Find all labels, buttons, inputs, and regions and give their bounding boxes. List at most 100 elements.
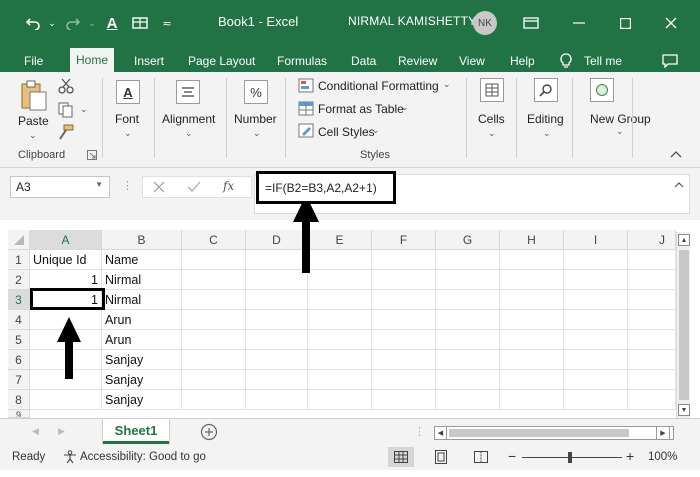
normal-view-icon[interactable] xyxy=(388,447,414,467)
cell-b5[interactable]: Arun xyxy=(102,330,182,350)
zoom-out-icon[interactable]: − xyxy=(508,448,516,464)
search-icon[interactable] xyxy=(534,78,558,102)
row-header-5[interactable]: 5 xyxy=(8,330,30,350)
row-header-3[interactable]: 3 xyxy=(8,290,30,310)
cell-f7[interactable] xyxy=(372,370,436,390)
column-header-c[interactable]: C xyxy=(182,230,246,250)
cell-c1[interactable] xyxy=(182,250,246,270)
percent-icon[interactable]: % xyxy=(244,80,268,104)
cell-j5[interactable] xyxy=(628,330,676,350)
cell-c4[interactable] xyxy=(182,310,246,330)
tab-formulas[interactable]: Formulas xyxy=(275,50,329,72)
row-header-4[interactable]: 4 xyxy=(8,310,30,330)
accessibility-icon[interactable] xyxy=(62,450,78,464)
editing-group-button[interactable]: Editing xyxy=(527,112,564,126)
paste-icon[interactable] xyxy=(20,80,48,112)
confirm-entry-icon[interactable] xyxy=(187,181,201,193)
zoom-level[interactable]: 100% xyxy=(648,451,677,463)
cell-d3[interactable] xyxy=(246,290,308,310)
cell-e8[interactable] xyxy=(308,390,372,410)
paste-button-label[interactable]: Paste xyxy=(18,114,49,128)
cell-f4[interactable] xyxy=(372,310,436,330)
vertical-scroll-thumb[interactable] xyxy=(679,250,689,400)
scroll-up-icon[interactable]: ▲ xyxy=(678,234,690,246)
cell-b8[interactable]: Sanjay xyxy=(102,390,182,410)
cell-e3[interactable] xyxy=(308,290,372,310)
font-group-button[interactable]: Font xyxy=(115,112,139,126)
cell-c7[interactable] xyxy=(182,370,246,390)
cell-j4[interactable] xyxy=(628,310,676,330)
cell-d6[interactable] xyxy=(246,350,308,370)
cell-c5[interactable] xyxy=(182,330,246,350)
cell-i4[interactable] xyxy=(564,310,628,330)
page-layout-view-icon[interactable] xyxy=(428,447,454,467)
tell-me-search[interactable]: Tell me xyxy=(582,50,624,72)
select-all-corner[interactable] xyxy=(8,230,30,250)
cell-b3[interactable]: Nirmal xyxy=(102,290,182,310)
cell-i8[interactable] xyxy=(564,390,628,410)
clipboard-launcher-icon[interactable] xyxy=(87,150,97,160)
cell-a2[interactable]: 1 xyxy=(30,270,102,290)
tab-home[interactable]: Home xyxy=(70,48,115,72)
cell-e5[interactable] xyxy=(308,330,372,350)
cell-b2[interactable]: Nirmal xyxy=(102,270,182,290)
cell-j7[interactable] xyxy=(628,370,676,390)
close-icon[interactable] xyxy=(658,12,684,34)
cancel-entry-icon[interactable] xyxy=(153,181,165,193)
number-group-button[interactable]: Number xyxy=(234,112,277,126)
cell-e6[interactable] xyxy=(308,350,372,370)
horizontal-scroll-thumb[interactable] xyxy=(449,429,629,437)
cell-f3[interactable] xyxy=(372,290,436,310)
conditional-formatting-dropdown-icon[interactable]: ⌄ xyxy=(443,79,451,90)
tab-page-layout[interactable]: Page Layout xyxy=(186,50,257,72)
cell-i6[interactable] xyxy=(564,350,628,370)
tab-split-grip-icon[interactable]: ⋮ xyxy=(414,425,425,438)
copy-dropdown-icon[interactable]: ⌄ xyxy=(80,104,88,115)
comments-icon[interactable] xyxy=(660,50,680,72)
font-icon[interactable]: A xyxy=(116,80,140,104)
format-as-table-icon[interactable] xyxy=(298,101,314,116)
tab-view[interactable]: View xyxy=(457,50,487,72)
conditional-formatting-icon[interactable] xyxy=(298,78,314,93)
row-header-8[interactable]: 8 xyxy=(8,390,30,410)
customize-toolbar-icon[interactable]: ≂ xyxy=(160,12,174,34)
alignment-dropdown-icon[interactable]: ⌄ xyxy=(185,128,193,139)
undo-dropdown-icon[interactable]: ⌄ xyxy=(46,12,58,34)
cell-styles-button[interactable]: Cell Styles xyxy=(318,125,375,139)
horizontal-scrollbar[interactable]: ◀ xyxy=(434,426,674,440)
cell-c8[interactable] xyxy=(182,390,246,410)
cell-c2[interactable] xyxy=(182,270,246,290)
cut-icon[interactable] xyxy=(58,78,74,94)
scroll-down-icon[interactable]: ▼ xyxy=(678,404,690,416)
column-header-b[interactable]: B xyxy=(102,230,182,250)
cell-j8[interactable] xyxy=(628,390,676,410)
cell-i2[interactable] xyxy=(564,270,628,290)
cell-g6[interactable] xyxy=(436,350,500,370)
vertical-scrollbar[interactable]: ▲ ▼ xyxy=(676,232,690,418)
cell-i3[interactable] xyxy=(564,290,628,310)
cell-h4[interactable] xyxy=(500,310,564,330)
redo-dropdown-icon[interactable]: ⌄ xyxy=(86,12,98,34)
cell-styles-icon[interactable] xyxy=(298,123,314,138)
cell-c3[interactable] xyxy=(182,290,246,310)
cells-icon[interactable] xyxy=(480,78,504,102)
name-box[interactable]: A3 ▼ xyxy=(10,176,110,198)
cell-d7[interactable] xyxy=(246,370,308,390)
sheet-tab-sheet1[interactable]: Sheet1 xyxy=(103,419,169,444)
cell-g1[interactable] xyxy=(436,250,500,270)
cell-d4[interactable] xyxy=(246,310,308,330)
tab-file[interactable]: File xyxy=(22,50,45,72)
column-header-j[interactable]: J xyxy=(628,230,676,250)
alignment-group-button[interactable]: Alignment xyxy=(162,112,215,126)
cell-g5[interactable] xyxy=(436,330,500,350)
new-group-icon[interactable] xyxy=(590,78,614,102)
zoom-slider[interactable] xyxy=(522,457,622,458)
conditional-formatting-button[interactable]: Conditional Formatting xyxy=(318,79,439,93)
cell-h3[interactable] xyxy=(500,290,564,310)
next-sheet-icon[interactable]: ▶ xyxy=(58,426,65,437)
scroll-left-icon[interactable]: ◀ xyxy=(435,427,447,439)
column-header-g[interactable]: G xyxy=(436,230,500,250)
add-sheet-icon[interactable] xyxy=(200,423,218,441)
maximize-icon[interactable] xyxy=(612,12,638,34)
cell-j1[interactable] xyxy=(628,250,676,270)
